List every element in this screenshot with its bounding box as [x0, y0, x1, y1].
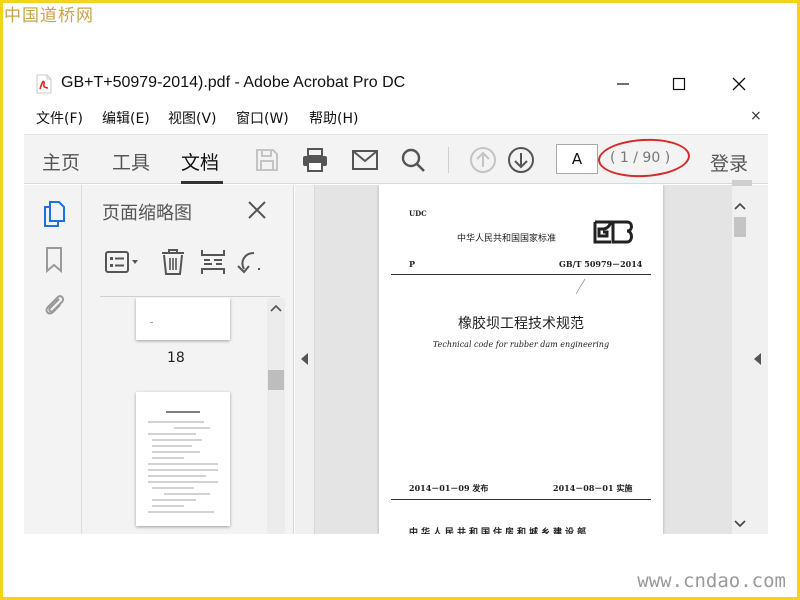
- doc-implementation-date: 2014－08－01 实施: [553, 483, 633, 493]
- panel-title: 页面缩略图: [102, 203, 192, 224]
- thumbnail-page-19[interactable]: [136, 392, 230, 526]
- rotate-icon: [237, 252, 260, 274]
- thumbnail-scrollbar[interactable]: [267, 298, 285, 534]
- doc-issue-date: 2014－01－09 发布: [409, 483, 489, 493]
- doc-divider: [391, 274, 651, 275]
- watermark-top-left: 中国道桥网: [4, 6, 94, 26]
- doc-subtitle: Technical code for rubber dam engineerin…: [432, 340, 610, 349]
- doc-divider: [391, 499, 651, 500]
- email-button[interactable]: [350, 145, 380, 175]
- thumbnails-panel: 页面缩略图 18: [82, 185, 294, 534]
- title-bar: GB+T+50979-2014).pdf - Adobe Acrobat Pro…: [24, 62, 768, 106]
- email-icon: [352, 150, 378, 170]
- scroll-grip: [732, 180, 752, 186]
- window-title: GB+T+50979-2014).pdf - Adobe Acrobat Pro…: [61, 74, 406, 91]
- collapse-left-panel-button[interactable]: [295, 185, 315, 534]
- tab-home[interactable]: 主页: [42, 148, 80, 175]
- highlight-annotation: [597, 136, 691, 180]
- chevron-up-icon: [270, 304, 282, 312]
- doc-title: 橡胶坝工程技术规范: [458, 316, 584, 332]
- print-icon: [303, 148, 327, 172]
- document-page: UDC 中华人民共和国国家标准 P GB/T 50979－2014 橡胶坝工程技…: [379, 185, 663, 534]
- delete-pages-button[interactable]: [160, 247, 186, 277]
- thumbnail-list: 18: [82, 298, 294, 534]
- options-icon: [105, 251, 138, 273]
- menu-file[interactable]: 文件(F): [36, 108, 83, 128]
- next-page-button[interactable]: [506, 145, 536, 175]
- bookmark-icon: [46, 247, 62, 274]
- bookmarks-button[interactable]: [40, 245, 68, 275]
- maximize-button[interactable]: [664, 70, 694, 98]
- arrow-left-icon: [301, 353, 308, 365]
- attachment-icon: [45, 295, 65, 315]
- close-icon: [248, 201, 266, 219]
- insert-pages-button[interactable]: [200, 247, 226, 277]
- toolbar-separator: [448, 147, 449, 173]
- previous-page-button[interactable]: [468, 145, 498, 175]
- page-thumbnails-button[interactable]: [40, 199, 68, 229]
- menu-help[interactable]: 帮助(H): [309, 108, 358, 128]
- maximize-icon: [672, 77, 686, 91]
- close-icon: [732, 77, 746, 91]
- scrollbar-thumb[interactable]: [268, 370, 284, 390]
- save-button[interactable]: [252, 145, 282, 175]
- menu-window[interactable]: 窗口(W): [236, 108, 289, 128]
- chevron-up-icon: [734, 202, 746, 210]
- menu-edit[interactable]: 编辑(E): [102, 108, 150, 128]
- pen-mark: [575, 278, 586, 295]
- rotate-pages-button[interactable]: [236, 247, 276, 277]
- page-preview: [148, 411, 218, 513]
- arrow-left-icon: [754, 353, 761, 365]
- document-scrollbar[interactable]: [732, 185, 748, 534]
- watermark-bottom-right: www.cndao.com: [637, 570, 786, 592]
- print-button[interactable]: [300, 145, 330, 175]
- close-panel-button[interactable]: [244, 197, 270, 223]
- chevron-down-icon: [734, 520, 746, 528]
- menu-bar: 文件(F) 编辑(E) 视图(V) 窗口(W) 帮助(H) ×: [24, 104, 768, 130]
- search-icon: [401, 148, 425, 172]
- toolbar: 主页 工具 文档 A (1 / 90) 登录: [24, 134, 768, 184]
- doc-standard-type: 中华人民共和国国家标准: [457, 234, 557, 244]
- close-document-button[interactable]: ×: [750, 108, 762, 124]
- close-window-button[interactable]: [724, 70, 754, 98]
- insert-icon: [201, 250, 225, 274]
- save-icon: [256, 149, 278, 171]
- page-number-input[interactable]: A: [556, 144, 598, 174]
- doc-code: GB/T 50979－2014: [559, 259, 643, 269]
- doc-ministry: 中华人民共和国住房和城乡建设部: [409, 528, 590, 534]
- thumbnail-page-18[interactable]: [136, 298, 230, 340]
- navigation-rail: [24, 185, 82, 534]
- active-tab-indicator: [181, 181, 223, 184]
- tab-tools[interactable]: 工具: [112, 148, 150, 175]
- thumbnail-options-button[interactable]: [104, 247, 140, 277]
- gb-logo: [593, 220, 633, 244]
- doc-letter: P: [409, 259, 416, 269]
- scrollbar-thumb[interactable]: [734, 217, 746, 237]
- minimize-button[interactable]: [608, 70, 638, 98]
- menu-view[interactable]: 视图(V): [168, 108, 217, 128]
- thumbnail-toolbar: [100, 235, 280, 297]
- page-up-icon: [470, 147, 496, 173]
- document-viewport: UDC 中华人民共和国国家标准 P GB/T 50979－2014 橡胶坝工程技…: [295, 185, 768, 534]
- doc-udc: UDC: [409, 209, 427, 218]
- attachments-button[interactable]: [40, 289, 68, 319]
- thumbnail-label: 18: [167, 350, 185, 366]
- minimize-icon: [617, 83, 629, 85]
- delete-icon: [162, 249, 184, 275]
- tab-document[interactable]: 文档: [181, 148, 219, 175]
- pages-icon: [44, 201, 65, 227]
- collapse-right-panel-button[interactable]: [748, 185, 768, 534]
- page-down-icon: [508, 147, 534, 173]
- login-link[interactable]: 登录: [710, 149, 748, 176]
- pdf-file-icon: [36, 74, 52, 94]
- acrobat-window: GB+T+50979-2014).pdf - Adobe Acrobat Pro…: [24, 62, 768, 534]
- search-button[interactable]: [398, 145, 428, 175]
